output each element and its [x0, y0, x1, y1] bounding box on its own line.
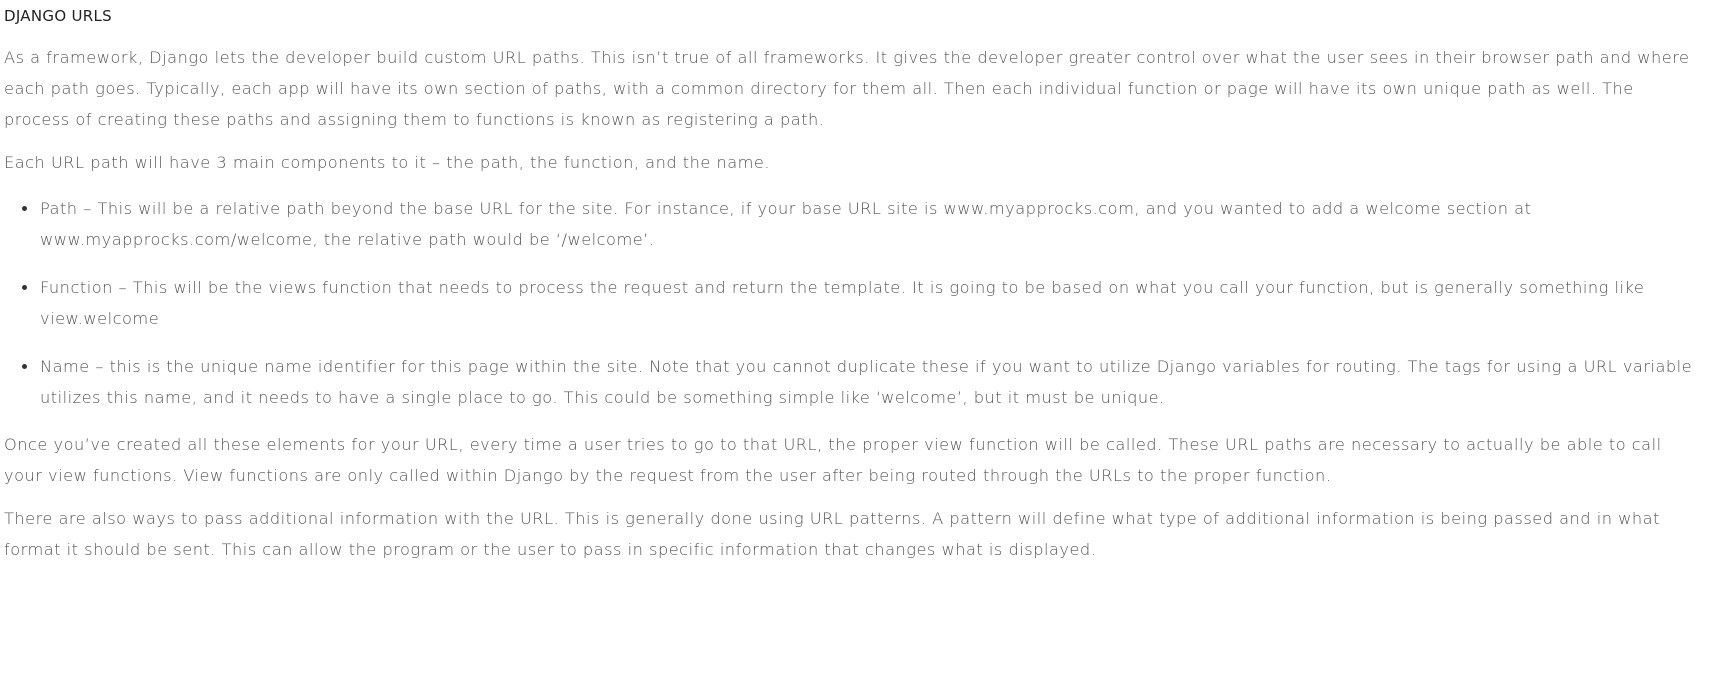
components-paragraph: Each URL path will have 3 main component…	[4, 153, 771, 172]
components-list: Path – This will be a relative path beyo…	[4, 193, 1701, 413]
section-heading: DJANGO URLS	[4, 7, 112, 25]
list-item-name: Name – this is the unique name identifie…	[4, 351, 1701, 413]
list-item-text: Name – this is the unique name identifie…	[40, 357, 1693, 407]
bullet-icon	[22, 206, 27, 211]
list-item-text: Function – This will be the views functi…	[40, 278, 1645, 328]
url-patterns-paragraph: There are also ways to pass additional i…	[4, 509, 1660, 559]
list-item-text: Path – This will be a relative path beyo…	[40, 199, 1532, 249]
bullet-icon	[22, 364, 27, 369]
intro-paragraph: As a framework, Django lets the develope…	[4, 48, 1690, 129]
article-body: DJANGO URLS As a framework, Django lets …	[0, 0, 1709, 678]
view-function-paragraph: Once you’ve created all these elements f…	[4, 435, 1662, 485]
list-item-path: Path – This will be a relative path beyo…	[4, 193, 1701, 255]
list-item-function: Function – This will be the views functi…	[4, 272, 1701, 334]
bullet-icon	[22, 285, 27, 290]
